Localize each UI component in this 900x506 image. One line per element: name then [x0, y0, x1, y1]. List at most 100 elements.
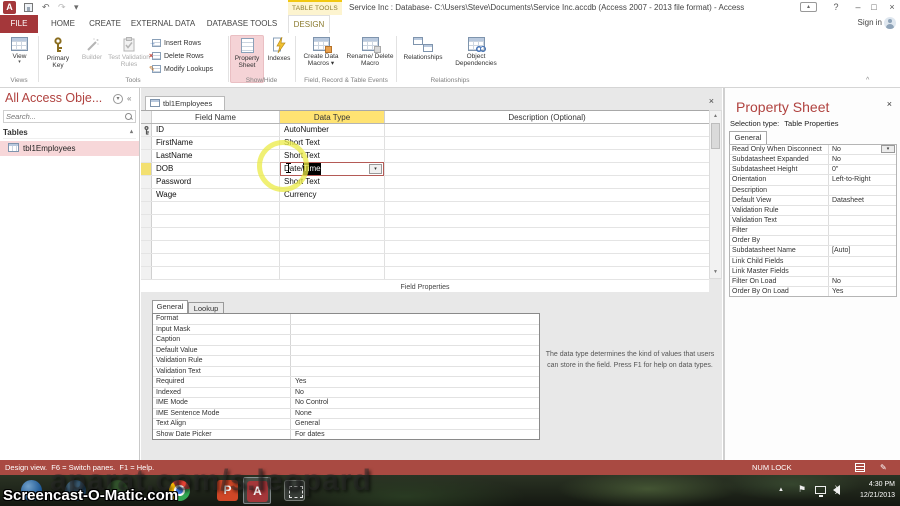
tray-expand-icon[interactable]: ▲ [778, 487, 784, 493]
property-row: IME Sentence Mode None [153, 408, 539, 419]
primary-key-icon [144, 126, 149, 135]
row-selector[interactable] [141, 176, 152, 188]
table-icon [8, 143, 19, 152]
property-row: Link Child Fields [730, 256, 896, 267]
empty-row[interactable] [141, 215, 709, 228]
property-dropdown-icon[interactable]: ▾ [881, 145, 895, 153]
empty-row[interactable] [141, 254, 709, 267]
collapse-ribbon-icon[interactable]: ^ [866, 77, 869, 84]
sign-in-link[interactable]: Sign in [858, 18, 882, 27]
property-sheet-pane: Property Sheet × Selection type: Table P… [723, 88, 900, 460]
tab-database-tools[interactable]: DATABASE TOOLS [202, 15, 282, 33]
access-app-icon: A [3, 1, 16, 14]
field-row-password[interactable]: Password Short Text [141, 176, 709, 189]
field-row-dob[interactable]: DOB Date/Time ▾ [141, 162, 709, 176]
scroll-down-icon[interactable]: ▼ [710, 267, 721, 278]
field-row-firstname[interactable]: FirstName Short Text [141, 137, 709, 150]
empty-row[interactable] [141, 228, 709, 241]
shutter-bar-close-icon[interactable]: « [127, 94, 131, 103]
network-icon[interactable] [815, 486, 826, 497]
property-row: Format [153, 314, 539, 325]
create-data-macros-button[interactable]: Create Data Macros ▾ [298, 35, 344, 83]
field-row-id[interactable]: ID AutoNumber [141, 124, 709, 137]
save-icon[interactable] [24, 3, 33, 12]
section-collapse-icon[interactable]: ▴ [130, 126, 133, 139]
restore-icon[interactable]: □ [866, 0, 882, 15]
property-sheet-title: Property Sheet [736, 99, 830, 115]
property-row: IME Mode No Control [153, 398, 539, 409]
contextual-tab-group-label: TABLE TOOLS [288, 0, 342, 15]
nav-section-tables[interactable]: Tables ▴ [3, 126, 136, 139]
nav-search-box[interactable] [3, 110, 136, 123]
modify-lookups-button[interactable]: ✎ Modify Lookups [149, 63, 227, 76]
close-icon[interactable]: × [884, 0, 900, 15]
tab-file[interactable]: FILE [0, 15, 38, 33]
property-row: Validation Text [730, 215, 896, 227]
table-design-grid: Field Name Data Type Description (Option… [141, 110, 709, 292]
document-close-icon[interactable]: × [709, 96, 714, 106]
tab-external-data[interactable]: EXTERNAL DATA [128, 15, 198, 33]
rename-delete-macro-button[interactable]: Rename/ Delete Macro [346, 35, 394, 83]
user-avatar-icon[interactable] [884, 17, 896, 29]
property-sheet-close-icon[interactable]: × [887, 99, 892, 109]
field-row-lastname[interactable]: LastName Short Text [141, 150, 709, 163]
qat-customize-icon[interactable]: ▾ [74, 1, 79, 14]
relationships-button[interactable]: Relationships [399, 35, 447, 83]
row-selector[interactable] [141, 189, 152, 201]
grid-vertical-scrollbar[interactable]: ▲ ▼ [709, 110, 722, 279]
ribbon-display-options-icon[interactable]: ▴ [800, 2, 817, 12]
row-selector[interactable] [141, 124, 152, 136]
object-dependencies-button[interactable]: Object Dependencies [450, 35, 502, 83]
property-sheet-button[interactable]: Property Sheet [230, 35, 264, 83]
undo-icon[interactable]: ↶ [42, 1, 50, 14]
property-row: Validation Text [153, 366, 539, 377]
nav-item-tbl1employees[interactable]: tbl1Employees [0, 141, 139, 156]
primary-key-button[interactable]: Primary Key [41, 35, 75, 83]
property-row: Subdatasheet Name [Auto] [730, 246, 896, 257]
tab-home[interactable]: HOME [45, 15, 81, 33]
row-selector[interactable] [141, 137, 152, 149]
combo-dropdown-icon[interactable]: ▾ [369, 164, 382, 174]
row-selector-active[interactable] [141, 163, 152, 175]
insert-rows-button[interactable]: → Insert Rows [149, 37, 227, 50]
builder-wand-icon [86, 38, 99, 51]
volume-icon[interactable] [833, 484, 840, 495]
ribbon-tab-row: FILE HOME CREATE EXTERNAL DATA DATABASE … [0, 15, 900, 33]
scrollbar-thumb[interactable] [711, 123, 720, 149]
minimize-icon[interactable]: – [850, 0, 866, 15]
property-row: Text Align General [153, 419, 539, 430]
nav-menu-icon[interactable]: ▾ [113, 94, 123, 104]
redo-icon: ↷ [58, 2, 66, 12]
delete-rows-button[interactable]: × Delete Rows [149, 50, 227, 63]
field-properties-tab-general[interactable]: General [152, 300, 188, 313]
header-data-type: Data Type [280, 111, 385, 123]
tray-clock[interactable]: 4:30 PM 12/21/2013 [847, 479, 895, 501]
view-dropdown-icon[interactable]: ▾ [3, 60, 36, 66]
group-label-tools: Tools [125, 77, 141, 84]
field-properties-grid: Format Input Mask Caption Default Value … [152, 313, 540, 440]
rename-delete-macro-icon [361, 37, 381, 53]
window-title: Service Inc : Database- C:\Users\Steve\D… [349, 3, 745, 12]
create-data-macros-icon [312, 37, 332, 53]
property-row: Subdatasheet Expanded No [730, 155, 896, 166]
design-view-icon[interactable]: ✎ [880, 462, 887, 473]
document-tab-tbl1employees[interactable]: tbl1Employees [145, 96, 225, 110]
action-center-flag-icon[interactable]: ⚑ [798, 484, 806, 495]
ribbon: View ▾ Primary Key Builder Test Validati… [0, 33, 900, 88]
help-icon[interactable]: ? [828, 0, 844, 15]
indexes-button[interactable]: Indexes [265, 35, 293, 83]
empty-row[interactable] [141, 241, 709, 254]
tab-design[interactable]: DESIGN [288, 15, 330, 33]
nav-pane-title: All Access Obje... [5, 91, 103, 105]
scroll-up-icon[interactable]: ▲ [710, 111, 721, 122]
row-selector[interactable] [141, 150, 152, 162]
datasheet-view-icon[interactable] [855, 463, 865, 472]
empty-row[interactable] [141, 202, 709, 215]
empty-row[interactable] [141, 267, 709, 280]
property-sheet-tab-general[interactable]: General [729, 131, 767, 144]
property-row: Input Mask [153, 324, 539, 335]
search-input[interactable] [6, 111, 121, 122]
field-row-wage[interactable]: Wage Currency [141, 189, 709, 202]
view-button[interactable]: View ▾ [3, 35, 36, 83]
tab-create[interactable]: CREATE [85, 15, 125, 33]
